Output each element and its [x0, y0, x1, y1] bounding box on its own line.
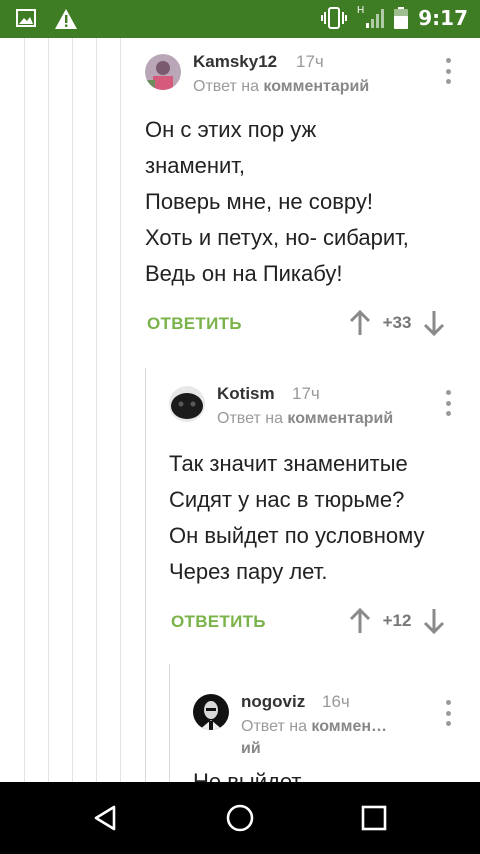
- vibrate-icon: [321, 7, 348, 29]
- reply-target-link[interactable]: коммен…: [311, 718, 387, 735]
- reply-to-line[interactable]: Ответ на комментарий: [217, 410, 393, 428]
- comment-text: Так значит знаменитые Сидят у нас в тюрь…: [169, 451, 425, 584]
- home-icon[interactable]: [225, 803, 255, 833]
- recents-icon[interactable]: [361, 805, 387, 831]
- reply-to-label: Ответ на: [217, 410, 283, 427]
- back-icon[interactable]: [92, 804, 120, 832]
- more-options-icon[interactable]: [438, 58, 458, 84]
- username[interactable]: Kamsky12: [193, 52, 277, 72]
- network-type-label: H: [357, 4, 365, 16]
- reply-to-line[interactable]: Ответ на комментарий: [193, 78, 369, 96]
- reply-target-link[interactable]: комментарий: [287, 410, 393, 427]
- avatar[interactable]: [169, 386, 205, 422]
- status-bar: H 9:17: [0, 0, 480, 38]
- comment-time: 16ч: [322, 692, 350, 711]
- username[interactable]: Kotism: [217, 384, 275, 404]
- battery-icon: [394, 7, 409, 29]
- rating-value: +12: [382, 611, 412, 630]
- clock: 9:17: [418, 6, 468, 30]
- navigation-bar: [0, 782, 480, 854]
- more-options-icon[interactable]: [438, 390, 458, 416]
- downvote-arrow-icon[interactable]: [422, 310, 446, 336]
- username[interactable]: nogoviz: [241, 692, 305, 712]
- comment-time: 17ч: [296, 52, 324, 71]
- reply-target-link[interactable]: ий: [241, 740, 261, 757]
- vote-controls: +33: [348, 310, 446, 336]
- reply-target-link[interactable]: комментарий: [263, 78, 369, 95]
- comment-text: Не выйдет: [193, 769, 302, 782]
- vote-controls: +12: [348, 608, 446, 634]
- downvote-arrow-icon[interactable]: [422, 608, 446, 634]
- image-icon: [16, 9, 36, 27]
- reply-to-line-continuation[interactable]: ий: [241, 740, 261, 758]
- reply-button[interactable]: ОТВЕТИТЬ: [147, 314, 242, 334]
- comment: nogoviz 16ч Ответ на коммен… ий Не выйде…: [0, 664, 480, 782]
- comment-thread[interactable]: Kamsky12 17ч Ответ на комментарий Он с э…: [0, 38, 480, 782]
- avatar[interactable]: [193, 694, 229, 730]
- reply-button[interactable]: ОТВЕТИТЬ: [171, 612, 266, 632]
- comment-text: Он с этих пор уж знаменит, Поверь мне, н…: [145, 117, 409, 286]
- comment: Kotism 17ч Ответ на комментарий Так знач…: [0, 368, 480, 668]
- upvote-arrow-icon[interactable]: [348, 608, 372, 634]
- upvote-arrow-icon[interactable]: [348, 310, 372, 336]
- rating-value: +33: [382, 313, 412, 332]
- avatar[interactable]: [145, 54, 181, 90]
- reply-to-label: Ответ на: [193, 78, 259, 95]
- reply-to-label: Ответ на: [241, 718, 307, 735]
- warning-icon: [55, 9, 77, 29]
- comment: Kamsky12 17ч Ответ на комментарий Он с э…: [0, 38, 480, 338]
- more-options-icon[interactable]: [438, 700, 458, 726]
- signal-icon: [366, 9, 385, 28]
- comment-time: 17ч: [292, 384, 320, 403]
- reply-to-line[interactable]: Ответ на коммен…: [241, 718, 387, 736]
